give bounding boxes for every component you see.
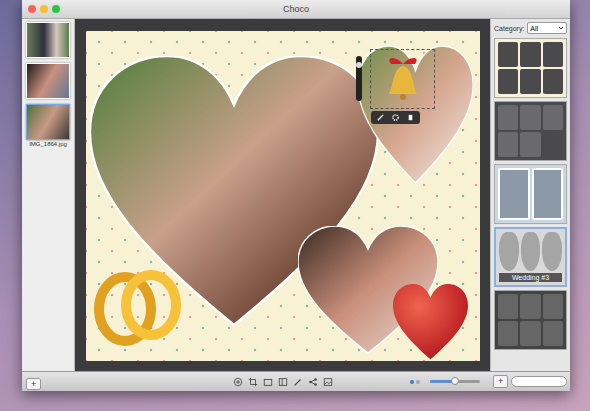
template-cell <box>520 321 540 346</box>
collage-canvas <box>86 31 480 361</box>
search-field[interactable] <box>511 376 567 387</box>
template-cell <box>543 294 563 319</box>
template-cell <box>499 232 519 271</box>
photo-thumbnail[interactable]: IMG_1864.jpg <box>27 104 69 147</box>
close-button[interactable] <box>28 5 36 13</box>
category-dropdown[interactable]: All <box>527 22 567 34</box>
gear-icon[interactable] <box>391 113 400 122</box>
template-thumbnail[interactable] <box>494 164 567 224</box>
add-template-button[interactable]: + <box>493 375 508 388</box>
template-cell <box>498 132 518 157</box>
zoom-slider[interactable] <box>430 380 480 383</box>
add-circle-icon[interactable] <box>233 377 243 387</box>
bottom-toolbar: ++ <box>22 371 570 391</box>
template-cell <box>498 294 518 319</box>
template-cell <box>543 42 563 67</box>
template-thumbnail[interactable]: Wedding #3 <box>494 227 567 287</box>
template-cell <box>520 132 540 157</box>
template-cell <box>542 232 562 271</box>
template-cell <box>498 42 518 67</box>
template-cell <box>520 294 540 319</box>
dropdown-arrow-icon <box>558 25 564 31</box>
template-thumbnail[interactable] <box>494 101 567 161</box>
crop-icon[interactable] <box>248 377 258 387</box>
template-thumbnail[interactable] <box>494 38 567 98</box>
editor-area <box>75 19 490 371</box>
red-heart-sticker[interactable] <box>393 284 468 361</box>
wand-icon[interactable] <box>376 113 385 122</box>
zoom-knob[interactable] <box>451 377 459 385</box>
rings-sticker[interactable] <box>93 263 183 351</box>
template-cell <box>532 168 564 220</box>
template-thumbnail[interactable] <box>494 290 567 350</box>
template-cell <box>520 42 540 67</box>
category-label: Category: <box>494 25 524 32</box>
layout-icon[interactable] <box>278 377 288 387</box>
template-cell <box>498 105 518 130</box>
template-cell <box>543 69 563 94</box>
template-sidebar: Category:All Wedding #3 <box>490 19 570 371</box>
page-dot[interactable] <box>416 380 420 384</box>
folder-icon[interactable] <box>263 377 273 387</box>
title-bar: Choco <box>22 0 570 19</box>
zoom-button[interactable] <box>52 5 60 13</box>
window-title: Choco <box>283 4 309 14</box>
trash-icon[interactable] <box>406 113 415 122</box>
sticker-toolbar <box>371 111 420 124</box>
template-cell <box>521 232 541 271</box>
template-cell <box>520 105 540 130</box>
bell-icon <box>383 54 423 104</box>
template-cell <box>543 105 563 130</box>
photo-thumbnail[interactable] <box>27 63 69 99</box>
photo-sidebar: IMG_1864.jpg <box>22 19 75 371</box>
minimize-button[interactable] <box>40 5 48 13</box>
template-cell <box>498 321 518 346</box>
template-cell <box>498 69 518 94</box>
photo-label: IMG_1864.jpg <box>29 141 67 147</box>
image-icon[interactable] <box>323 377 333 387</box>
photo-image <box>26 22 70 58</box>
photo-thumbnail[interactable] <box>27 22 69 58</box>
magic-wand-icon[interactable] <box>293 377 303 387</box>
template-cell <box>520 69 540 94</box>
photo-image <box>26 104 70 140</box>
page-dot[interactable] <box>410 380 414 384</box>
photo-image <box>26 63 70 99</box>
selection-box[interactable] <box>370 49 435 109</box>
category-filter: Category:All <box>494 22 567 34</box>
template-cell <box>498 168 530 220</box>
size-slider[interactable] <box>356 56 362 101</box>
share-icon[interactable] <box>308 377 318 387</box>
app-window: Choco IMG_1864.jpg Category:All Wedding #3 +… <box>22 0 570 391</box>
template-cell <box>543 321 563 346</box>
add-photo-button[interactable]: + <box>26 378 41 390</box>
template-label: Wedding #3 <box>499 273 562 282</box>
desktop: Choco IMG_1864.jpg Category:All Wedding #3 +… <box>0 0 590 411</box>
